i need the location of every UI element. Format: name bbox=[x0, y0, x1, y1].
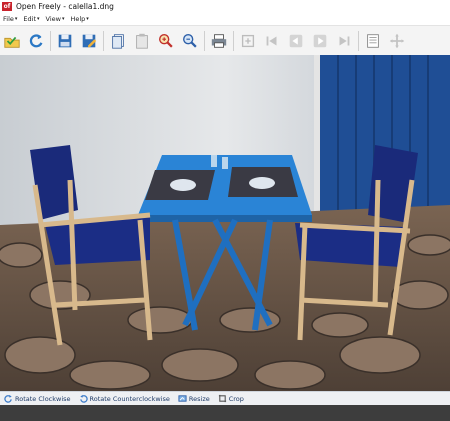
zoom-out-icon bbox=[183, 33, 197, 48]
next-page-button[interactable] bbox=[310, 31, 330, 51]
chevron-down-icon: ▾ bbox=[14, 16, 18, 22]
fit-icon bbox=[241, 34, 255, 47]
rotate-counterclockwise-icon bbox=[79, 394, 88, 403]
menu-view[interactable]: View ▾ bbox=[46, 15, 65, 23]
rotate-clockwise-label: Rotate Clockwise bbox=[15, 394, 71, 403]
paste-icon bbox=[136, 33, 148, 49]
image-canvas[interactable] bbox=[0, 55, 450, 391]
toolbar-separator bbox=[204, 30, 205, 51]
menu-help[interactable]: Help ▾ bbox=[70, 15, 88, 23]
save-as-icon bbox=[82, 34, 97, 47]
chevron-down-icon: ▾ bbox=[61, 16, 65, 22]
app-logo-icon: of bbox=[2, 2, 12, 11]
crop-label: Crop bbox=[228, 394, 244, 403]
crop-button[interactable]: Crop bbox=[218, 394, 244, 403]
refresh-button[interactable] bbox=[26, 31, 46, 51]
menu-view-label: View bbox=[45, 15, 61, 23]
previous-page-icon bbox=[289, 34, 303, 47]
copy-button[interactable] bbox=[108, 31, 128, 51]
save-button[interactable] bbox=[55, 31, 75, 51]
resize-button[interactable]: Resize bbox=[178, 394, 210, 403]
rotate-counterclockwise-label: Rotate Counterclockwise bbox=[89, 394, 170, 403]
save-icon bbox=[58, 34, 72, 47]
resize-icon bbox=[178, 395, 187, 402]
page-icon bbox=[367, 33, 379, 48]
next-page-icon bbox=[313, 34, 327, 47]
resize-label: Resize bbox=[188, 394, 210, 403]
first-page-icon bbox=[266, 36, 277, 45]
fit-button[interactable] bbox=[238, 31, 258, 51]
chevron-down-icon: ▾ bbox=[86, 16, 89, 22]
title-bar: of Open Freely - calella1.dng bbox=[0, 0, 450, 13]
rotate-clockwise-button[interactable]: Rotate Clockwise bbox=[4, 394, 71, 403]
pan-button[interactable] bbox=[387, 31, 407, 51]
menu-help-label: Help bbox=[70, 15, 86, 23]
toolbar-separator bbox=[50, 30, 51, 51]
menu-file-label: File bbox=[3, 15, 14, 23]
zoom-in-icon bbox=[159, 33, 173, 48]
first-page-button[interactable] bbox=[262, 31, 282, 51]
crop-icon bbox=[218, 394, 226, 403]
photo-image bbox=[0, 55, 450, 391]
toolbar-separator bbox=[233, 30, 234, 51]
menu-bar: File ▾ Edit ▾ View ▾ Help ▾ bbox=[0, 13, 450, 26]
open-folder-icon bbox=[4, 36, 20, 48]
paste-button[interactable] bbox=[132, 31, 152, 51]
pan-icon bbox=[389, 33, 405, 48]
refresh-icon bbox=[29, 33, 43, 47]
page-button[interactable] bbox=[363, 31, 383, 51]
zoom-in-button[interactable] bbox=[156, 31, 176, 51]
last-page-icon bbox=[339, 36, 350, 45]
menu-edit-label: Edit bbox=[23, 15, 36, 23]
toolbar bbox=[0, 26, 450, 56]
toolbar-separator bbox=[103, 30, 104, 51]
action-bar: Rotate Clockwise Rotate Counterclockwise… bbox=[0, 391, 450, 405]
rotate-counterclockwise-button[interactable]: Rotate Counterclockwise bbox=[79, 394, 170, 403]
bottom-bar bbox=[0, 405, 450, 421]
last-page-button[interactable] bbox=[334, 31, 354, 51]
zoom-out-button[interactable] bbox=[180, 31, 200, 51]
window-title: Open Freely - calella1.dng bbox=[16, 2, 114, 11]
open-button[interactable] bbox=[2, 31, 22, 51]
menu-edit[interactable]: Edit ▾ bbox=[23, 15, 39, 23]
menu-file[interactable]: File ▾ bbox=[3, 15, 17, 23]
copy-icon bbox=[112, 33, 124, 49]
chevron-down-icon: ▾ bbox=[37, 16, 40, 22]
previous-page-button[interactable] bbox=[286, 31, 306, 51]
print-button[interactable] bbox=[209, 31, 229, 51]
print-icon bbox=[211, 33, 227, 48]
toolbar-separator bbox=[358, 30, 359, 51]
rotate-clockwise-icon bbox=[4, 394, 12, 403]
save-as-button[interactable] bbox=[79, 31, 99, 51]
